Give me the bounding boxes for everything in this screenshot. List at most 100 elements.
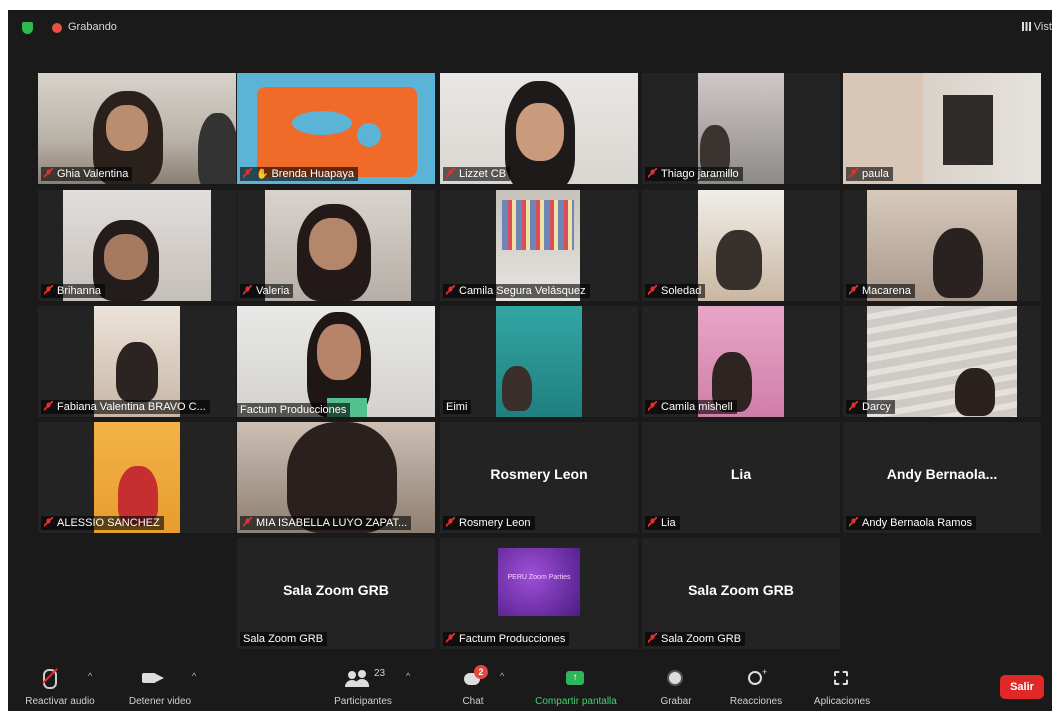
muted-mic-icon [849, 168, 858, 178]
record-icon [648, 665, 704, 691]
participant-name: Soledad [661, 285, 702, 297]
stop-video-button[interactable]: ^ Detener video [112, 659, 208, 711]
participants-icon: 23 [308, 665, 418, 691]
video-tile-camera-off[interactable]: Lia Lia [642, 422, 840, 533]
participant-name: Rosmery Leon [459, 517, 531, 529]
participant-name: Camila mishell [661, 401, 733, 413]
video-tile[interactable]: Soledad [642, 190, 840, 301]
video-tile[interactable]: Macarena [843, 190, 1041, 301]
video-tile[interactable]: Valeria [237, 190, 435, 301]
participant-name: Thiago jaramillo [661, 168, 739, 180]
participant-name-tag: Macarena [846, 284, 915, 298]
unmute-button[interactable]: ^ Reactivar audio [8, 659, 112, 711]
video-tile-active-speaker[interactable]: ✋ Brenda Huapaya [237, 73, 435, 184]
hand-icon: ✋ [256, 169, 269, 180]
muted-mic-icon [849, 401, 858, 411]
recording-status: Grabando [68, 21, 117, 33]
participant-name: Eimi [446, 401, 468, 413]
participant-name-tag: Brihanna [41, 284, 106, 298]
participant-name-tag: Camila Segura Velásquez [443, 284, 590, 298]
share-screen-label: Compartir pantalla [535, 696, 617, 707]
grid-view-icon [1021, 22, 1031, 31]
participant-name-tag: Camila mishell [645, 400, 737, 414]
reactions-label: Reacciones [729, 696, 783, 707]
security-shield-icon[interactable] [22, 22, 33, 34]
video-tile[interactable]: Factum Producciones [237, 306, 435, 417]
muted-mic-icon [446, 285, 455, 295]
video-tile[interactable]: Eimi [440, 306, 638, 417]
participant-name-tag: Factum Producciones [237, 403, 351, 417]
video-tile[interactable]: Brihanna [38, 190, 236, 301]
video-tile[interactable]: Thiago jaramillo [642, 73, 840, 184]
participant-name-tag: Soledad [645, 284, 706, 298]
participant-name: ALESSIO SANCHEZ [57, 517, 160, 529]
video-tile[interactable]: Camila Segura Velásquez [440, 190, 638, 301]
apps-button[interactable]: Aplicaciones [804, 659, 880, 711]
participant-name-tag: Thiago jaramillo [645, 167, 743, 181]
video-tile-camera-off[interactable]: Sala Zoom GRB Sala Zoom GRB [642, 538, 840, 649]
participant-name-tag: Darcy [846, 400, 895, 414]
participants-button[interactable]: 23 ^ Participantes [308, 659, 418, 711]
participant-name: Macarena [862, 285, 911, 297]
participant-name: Ghia Valentina [57, 168, 129, 180]
participant-name: Valeria [256, 285, 290, 297]
view-button[interactable]: Vista [1021, 21, 1052, 33]
record-button[interactable]: Grabar [648, 659, 704, 711]
share-screen-button[interactable]: ↑ Compartir pantalla [518, 659, 634, 711]
chat-button[interactable]: 2 ^ Chat [438, 659, 508, 711]
participant-name: Andy Bernaola Ramos [862, 517, 973, 529]
meeting-top-bar: Grabando Vista [8, 10, 1052, 44]
video-tile-camera-off[interactable]: Rosmery Leon Rosmery Leon [440, 422, 638, 533]
recording-icon [52, 23, 62, 33]
video-tile[interactable]: PERU Zoom Parties Factum Producciones [440, 538, 638, 649]
muted-mic-icon [648, 285, 657, 295]
video-tile[interactable]: Fabiana Valentina BRAVO C... [38, 306, 236, 417]
participant-name: paula [862, 168, 889, 180]
stop-video-label: Detener video [128, 696, 192, 707]
video-tile-camera-off[interactable]: Sala Zoom GRB Sala Zoom GRB [237, 538, 435, 649]
participant-name-tag: Lizzet CB [443, 167, 511, 181]
muted-mic-icon [849, 285, 858, 295]
smiley-icon: + [720, 665, 792, 691]
participant-name: Sala Zoom GRB [661, 633, 742, 645]
participant-display-name: Andy Bernaola... [886, 466, 998, 482]
participant-name-tag: MIA ISABELLA LUYO ZAPAT... [240, 516, 412, 530]
participants-label: Participantes [334, 696, 392, 707]
participant-name-tag: Fabiana Valentina BRAVO C... [41, 400, 210, 414]
muted-mic-icon [44, 285, 53, 295]
video-tile[interactable]: MIA ISABELLA LUYO ZAPAT... [237, 422, 435, 533]
participant-name: Lizzet CB [459, 168, 507, 180]
audio-options-caret[interactable]: ^ [88, 671, 92, 681]
participants-options-caret[interactable]: ^ [406, 671, 410, 681]
video-tile[interactable]: paula [843, 73, 1041, 184]
muted-mic-icon [849, 517, 858, 527]
participant-name: Darcy [862, 401, 891, 413]
reactions-button[interactable]: + Reacciones [720, 659, 792, 711]
record-label: Grabar [660, 696, 692, 707]
participant-name-tag: Rosmery Leon [443, 516, 535, 530]
video-tile[interactable]: Ghia Valentina [38, 73, 236, 184]
muted-mic-icon [648, 633, 657, 643]
participant-display-name: Sala Zoom GRB [688, 582, 794, 598]
video-tile[interactable]: Darcy [843, 306, 1041, 417]
video-tile-camera-off[interactable]: Andy Bernaola... Andy Bernaola Ramos [843, 422, 1041, 533]
video-tile[interactable]: ALESSIO SANCHEZ [38, 422, 236, 533]
leave-meeting-button[interactable]: Salir [1000, 675, 1044, 699]
participant-name: Brenda Huapaya [271, 168, 355, 180]
view-label: Vista [1033, 21, 1052, 33]
participant-name-tag: Andy Bernaola Ramos [846, 516, 977, 530]
muted-mic-icon [243, 517, 252, 527]
chat-options-caret[interactable]: ^ [500, 671, 504, 681]
video-tile[interactable]: Lizzet CB [440, 73, 638, 184]
zoom-meeting-window: Grabando Vista Ghia Valentina ✋Brenda Hu… [8, 10, 1052, 711]
video-tile[interactable]: Camila mishell [642, 306, 840, 417]
participant-name: Factum Producciones [240, 404, 347, 416]
unmute-label: Reactivar audio [25, 696, 95, 707]
video-options-caret[interactable]: ^ [192, 671, 196, 681]
apps-label: Aplicaciones [813, 696, 871, 707]
participant-name: Sala Zoom GRB [243, 633, 324, 645]
participant-name: Camila Segura Velásquez [459, 285, 586, 297]
muted-mic-icon [648, 168, 657, 178]
share-screen-icon: ↑ [518, 665, 634, 691]
chat-icon: 2 [438, 665, 508, 691]
